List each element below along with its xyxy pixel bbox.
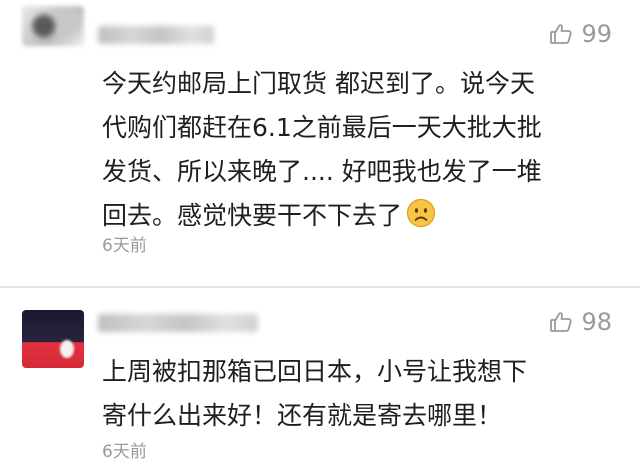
username-blurred[interactable] [98, 314, 258, 332]
sad-face-icon [406, 198, 436, 242]
comment-item: 98 上周被扣那箱已回日本，小号让我想下 寄什么出来好！还有就是寄去哪里！ 6天… [0, 288, 640, 468]
like-button[interactable]: 99 [549, 20, 612, 48]
thumbs-up-icon [549, 22, 573, 46]
comment-line: 寄什么出来好！还有就是寄去哪里！ [102, 401, 503, 430]
comment-timestamp: 6天前 [102, 236, 147, 256]
comment-text: 今天约邮局上门取货 都迟到了。说今天 代购们都赶在6.1之前最后一天大批大批 发… [102, 62, 612, 242]
thumbs-up-icon [549, 310, 573, 334]
comment-line: 发货、所以来晚了.... 好吧我也发了一堆 [102, 157, 542, 186]
avatar[interactable] [22, 310, 84, 368]
comment-line: 今天约邮局上门取货 都迟到了。说今天 [102, 69, 535, 98]
like-count: 99 [581, 20, 612, 48]
comment-line: 回去。感觉快要干不下去了 [102, 201, 403, 230]
like-count: 98 [581, 308, 612, 336]
username-blurred[interactable] [98, 26, 214, 44]
comment-line: 上周被扣那箱已回日本，小号让我想下 [102, 357, 528, 386]
like-button[interactable]: 98 [549, 308, 612, 336]
comment-timestamp: 6天前 [102, 442, 147, 462]
comment-line: 代购们都赶在6.1之前最后一天大批大批 [102, 113, 542, 142]
comment-text: 上周被扣那箱已回日本，小号让我想下 寄什么出来好！还有就是寄去哪里！ [102, 350, 612, 438]
comment-item: 99 今天约邮局上门取货 都迟到了。说今天 代购们都赶在6.1之前最后一天大批大… [0, 0, 640, 288]
avatar[interactable] [22, 6, 84, 46]
